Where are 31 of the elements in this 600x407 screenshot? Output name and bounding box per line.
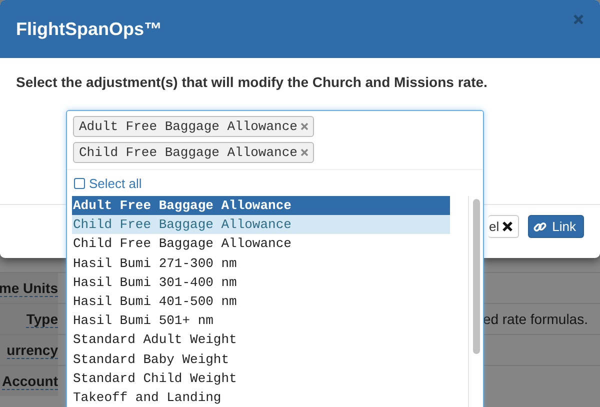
select-all-link[interactable]: Select all [74, 176, 142, 191]
option-item[interactable]: Hasil Bumi 271-300 nm [72, 254, 450, 273]
field-label: urrency [6, 342, 58, 358]
link-button[interactable]: Link [528, 215, 584, 238]
multi-select-dropdown[interactable] [66, 110, 484, 407]
scrollbar-thumb[interactable] [472, 199, 480, 354]
remove-icon[interactable] [300, 148, 310, 157]
option-item[interactable]: Child Free Baggage Allowance [72, 215, 450, 234]
field-label: Type [26, 310, 58, 328]
option-item[interactable]: Takeoff and Landing [72, 388, 450, 407]
link-icon [533, 220, 548, 234]
dialog-title: FlightSpanOps™ [16, 18, 162, 40]
field-label: me Units [0, 280, 58, 296]
field-value: ed rate formulas. [482, 311, 588, 327]
option-item[interactable]: Hasil Bumi 301-400 nm [72, 272, 450, 292]
option-item[interactable]: Child Free Baggage Allowance [72, 234, 450, 254]
option-item[interactable]: Adult Free Baggage Allowance [72, 196, 450, 216]
option-item[interactable]: Hasil Bumi 401-500 nm [72, 292, 450, 312]
field-label: Account [2, 372, 58, 390]
option-item[interactable]: Hasil Bumi 501+ nm [72, 311, 450, 330]
selected-tag: Adult Free Baggage Allowance [73, 116, 314, 137]
cancel-button[interactable]: el [488, 215, 520, 238]
instruction-text: Select the adjustment(s) that will modify the Church and Missions rate. [16, 74, 488, 90]
close-icon [502, 221, 514, 232]
scrollbar[interactable] [468, 196, 483, 407]
selected-tag: Child Free Baggage Allowance [73, 142, 314, 163]
option-item[interactable]: Standard Baby Weight [72, 350, 450, 369]
remove-icon[interactable] [300, 122, 310, 131]
option-item[interactable]: Standard Child Weight [72, 368, 450, 388]
close-icon [573, 14, 584, 25]
option-item[interactable]: Standard Adult Weight [72, 330, 450, 350]
